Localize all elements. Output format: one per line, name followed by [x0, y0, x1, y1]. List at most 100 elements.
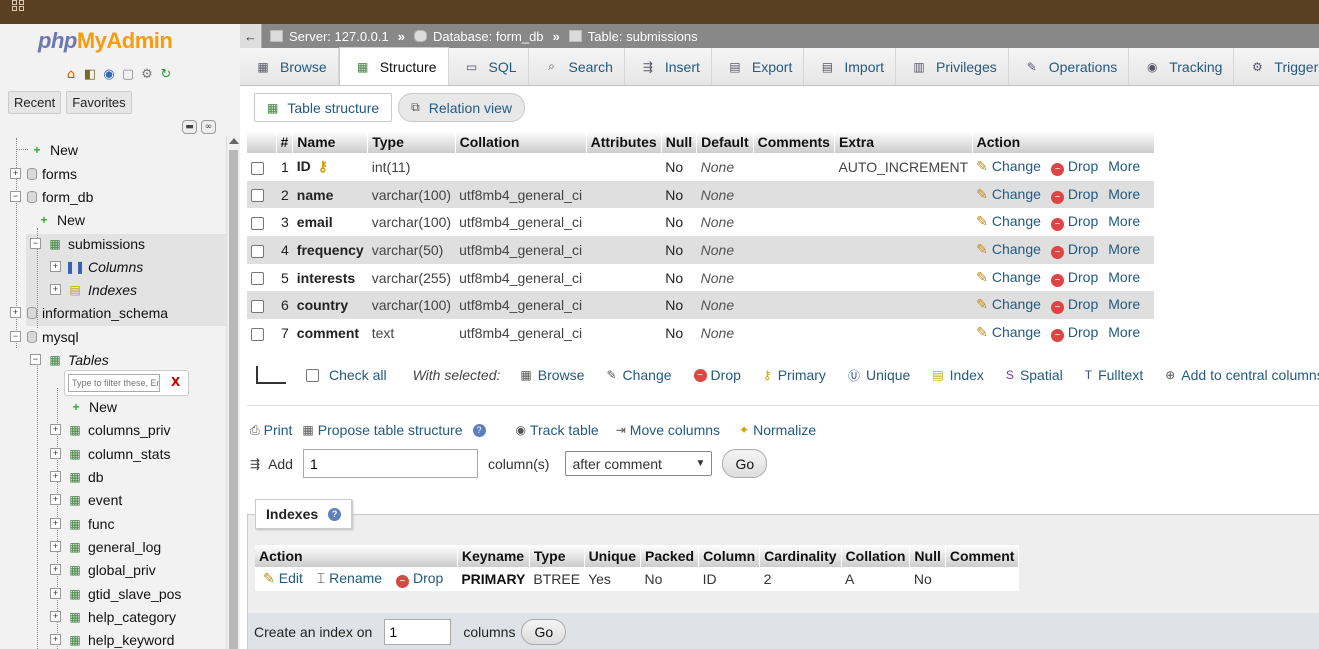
tree-item-indexes[interactable]: + ▤ Indexes	[50, 278, 137, 301]
move-columns-link[interactable]: ⇥ Move columns	[616, 422, 720, 438]
row-checkbox[interactable]	[251, 161, 264, 175]
expand-icon[interactable]: +	[50, 261, 61, 272]
tab-privileges[interactable]: ▥ Privileges	[896, 48, 1009, 85]
tab-insert[interactable]: ⇶ Insert	[624, 48, 712, 85]
expand-icon[interactable]: +	[50, 518, 61, 529]
scrollbar-thumb[interactable]	[229, 150, 238, 649]
tree-item-help-keyword[interactable]: + ▦ help_keyword	[50, 628, 174, 649]
tree-item-form-db[interactable]: − form_db	[10, 185, 93, 208]
add-columns-count-input[interactable]	[302, 449, 478, 478]
tree-item-new-database[interactable]: + New	[14, 138, 78, 161]
expand-icon[interactable]: +	[10, 168, 21, 179]
expand-icon[interactable]: +	[50, 424, 61, 435]
home-icon[interactable]: ⌂	[63, 66, 79, 82]
tab-search[interactable]: ⌕ Search	[528, 48, 625, 85]
column-position-select[interactable]: after comment ▼	[565, 451, 713, 476]
recent-tab[interactable]: Recent	[8, 91, 62, 114]
check-all-label[interactable]: Check all	[329, 367, 387, 383]
tree-item-columns[interactable]: + ❚❚ Columns	[50, 255, 143, 278]
tab-triggers[interactable]: ⚙Triggers	[1234, 48, 1319, 85]
rename-index-button[interactable]: ⌶ Rename	[317, 570, 382, 586]
tree-item-help-category[interactable]: + ▦ help_category	[50, 605, 176, 628]
docs-icon[interactable]: ▢	[120, 66, 136, 82]
drop-column-button[interactable]: − Drop	[1050, 324, 1098, 342]
tree-item-global-priv[interactable]: + ▦ global_priv	[50, 558, 156, 581]
bulk-change-button[interactable]: ✎ Change	[606, 367, 671, 383]
bulk-spatial-button[interactable]: S Spatial	[1006, 367, 1063, 383]
print-link[interactable]: ⎙ Print	[250, 422, 292, 438]
subtab-relation-view[interactable]: ⧉ Relation view	[398, 93, 526, 122]
tab-browse[interactable]: ▦ Browse	[240, 48, 339, 85]
tree-item-new-table[interactable]: + New	[36, 208, 85, 231]
tree-item-new-table-mysql[interactable]: + New	[68, 395, 117, 418]
more-actions-button[interactable]: More	[1108, 241, 1140, 257]
tree-item-mysql[interactable]: − mysql	[10, 325, 79, 348]
tree-item-func[interactable]: + ▦ func	[50, 512, 114, 535]
bulk-fulltext-button[interactable]: T Fulltext	[1085, 367, 1143, 383]
collapse-all-icon[interactable]: ▬	[182, 120, 197, 134]
more-actions-button[interactable]: More	[1108, 296, 1140, 312]
table-filter-input[interactable]	[68, 374, 160, 392]
breadcrumb-database[interactable]: Database: form_db	[413, 29, 544, 44]
tab-sql[interactable]: ▭ SQL	[448, 48, 529, 85]
apps-grid-icon[interactable]	[12, 0, 26, 12]
back-arrow-icon[interactable]: ←	[240, 24, 262, 48]
scroll-up-icon[interactable]	[229, 138, 239, 144]
favorites-tab[interactable]: Favorites	[66, 91, 132, 114]
row-checkbox[interactable]	[251, 244, 264, 258]
row-checkbox[interactable]	[251, 217, 264, 231]
column-header[interactable]: Name	[292, 131, 369, 153]
expand-icon[interactable]: +	[50, 634, 61, 645]
settings-icon[interactable]: ⚙	[139, 66, 155, 82]
more-actions-button[interactable]: More	[1108, 269, 1140, 285]
collapse-icon[interactable]: −	[30, 354, 41, 365]
expand-icon[interactable]: +	[50, 541, 61, 552]
collapse-icon[interactable]: −	[30, 238, 41, 249]
tree-item-gtid-slave-pos[interactable]: + ▦ gtid_slave_pos	[50, 582, 181, 605]
bulk-browse-button[interactable]: ▦ Browse	[520, 367, 584, 383]
bulk-index-button[interactable]: ▤ Index	[932, 367, 984, 383]
drop-column-button[interactable]: − Drop	[1050, 296, 1098, 315]
more-actions-button[interactable]: More	[1108, 158, 1140, 174]
bulk-unique-button[interactable]: Ⓤ Unique	[848, 367, 910, 384]
tree-item-forms[interactable]: + forms	[10, 162, 77, 185]
tree-item-column-stats[interactable]: + ▦ column_stats	[50, 442, 170, 465]
expand-icon[interactable]: +	[50, 448, 61, 459]
subtab-table-structure[interactable]: ▦ Table structure	[254, 93, 393, 122]
clear-filter-icon[interactable]: X	[171, 375, 180, 389]
expand-icon[interactable]: +	[50, 588, 61, 599]
collapse-icon[interactable]: −	[10, 191, 21, 202]
create-index-go-button[interactable]: Go	[521, 618, 567, 645]
logout-icon[interactable]: ◧	[82, 66, 98, 82]
bulk-drop-button[interactable]: − Drop	[693, 367, 741, 383]
create-index-columns-input[interactable]	[384, 618, 452, 645]
breadcrumb-server[interactable]: Server: 127.0.0.1	[270, 29, 389, 44]
row-checkbox[interactable]	[251, 300, 264, 314]
row-checkbox[interactable]	[251, 272, 264, 286]
drop-index-button[interactable]: − Drop	[395, 570, 443, 588]
sidebar-scrollbar[interactable]	[226, 136, 240, 649]
collapse-icon[interactable]: −	[10, 331, 21, 342]
change-column-button[interactable]: ✎ Change	[976, 269, 1041, 285]
change-column-button[interactable]: ✎ Change	[976, 324, 1041, 340]
more-actions-button[interactable]: More	[1108, 213, 1140, 229]
bulk-add-central-button[interactable]: ⊕ Add to central columns	[1165, 367, 1319, 383]
add-columns-go-button[interactable]: Go	[722, 449, 768, 478]
reload-icon[interactable]: ↻	[158, 66, 174, 82]
tree-item-information-schema[interactable]: + information_schema	[10, 301, 168, 324]
tree-item-general-log[interactable]: + ▦ general_log	[50, 535, 161, 558]
help-icon[interactable]: ?	[472, 423, 486, 437]
drop-column-button[interactable]: − Drop	[1050, 186, 1098, 204]
normalize-link[interactable]: ✦ Normalize	[739, 422, 816, 438]
expand-icon[interactable]: +	[50, 494, 61, 505]
tab-import[interactable]: ▤ Import	[804, 48, 897, 85]
row-checkbox[interactable]	[251, 327, 264, 341]
drop-column-button[interactable]: − Drop	[1050, 213, 1098, 232]
expand-icon[interactable]: +	[50, 611, 61, 622]
tab-tracking[interactable]: ◉ Tracking	[1129, 48, 1235, 85]
track-table-link[interactable]: ◉ Track table	[516, 422, 599, 438]
breadcrumb-table[interactable]: Table: submissions	[568, 29, 698, 44]
tree-item-tables[interactable]: − ▦ Tables	[30, 348, 109, 371]
change-column-button[interactable]: ✎ Change	[976, 158, 1041, 174]
bulk-primary-button[interactable]: ⚷ Primary	[763, 367, 826, 383]
